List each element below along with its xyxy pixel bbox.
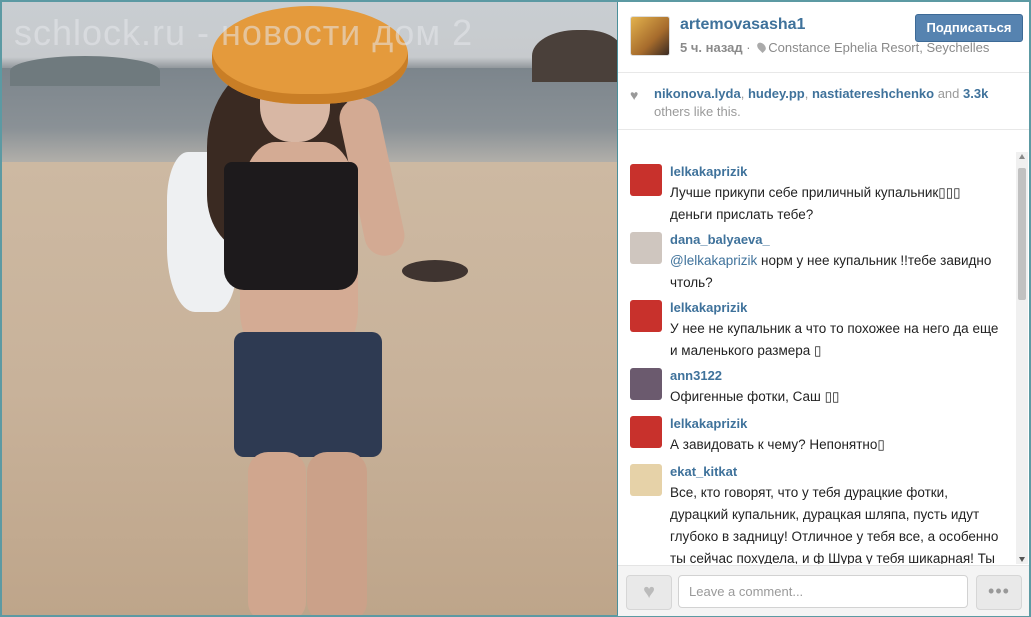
liker-link[interactable]: hudey.pp <box>748 86 805 101</box>
more-options-button[interactable]: ••• <box>976 575 1022 610</box>
separator-dot: · <box>746 40 755 55</box>
comment-text: Лучше прикупи себе приличный купальник▯▯… <box>670 185 961 222</box>
post-time[interactable]: 5 ч. назад <box>680 40 743 55</box>
comment-mention[interactable]: @lelkakaprizik <box>670 253 757 268</box>
heart-icon: ♥ <box>643 581 655 603</box>
post-header: artemovasasha1 5 ч. назад · Constance Ep… <box>618 2 1029 73</box>
comment-text: @lelkakaprizik норм у нее купальник !!те… <box>670 250 1005 294</box>
comment-text: У нее не купальник а что то похожее на н… <box>670 321 999 358</box>
comments-scrollbar[interactable] <box>1016 152 1028 564</box>
comment-input[interactable] <box>678 575 968 608</box>
like-button[interactable]: ♥ <box>626 575 672 610</box>
likes-text: nikonova.lyda, hudey.pp, nastiatereshche… <box>654 85 1014 121</box>
map-pin-icon <box>755 40 768 54</box>
photo-top <box>224 162 358 290</box>
photo-leg-left <box>248 452 306 615</box>
likes-section: ♥ nikonova.lyda, hudey.pp, nastiatereshc… <box>618 73 1029 130</box>
avatar[interactable] <box>630 16 670 56</box>
photo-leg-right <box>307 452 367 615</box>
more-dots-icon: ••• <box>988 581 1010 601</box>
comment-username[interactable]: ann3122 <box>670 368 722 383</box>
comment-text: Все, кто говорят, что у тебя дурацкие фо… <box>670 485 999 564</box>
scroll-up-arrow-icon[interactable] <box>1019 154 1025 159</box>
scroll-down-arrow-icon[interactable] <box>1019 557 1025 562</box>
comment-username[interactable]: ekat_kitkat <box>670 464 737 479</box>
likes-separator: , <box>740 86 748 101</box>
likes-separator: , <box>804 86 812 101</box>
photo-island <box>10 56 160 86</box>
likes-tail: others like this. <box>654 104 741 119</box>
post-location[interactable]: Constance Ephelia Resort, Seychelles <box>768 40 989 55</box>
photo-rock <box>402 260 468 282</box>
photo-shorts <box>234 332 382 457</box>
avatar[interactable] <box>630 416 662 448</box>
comment-username[interactable]: dana_balyaeva_ <box>670 232 770 247</box>
follow-button[interactable]: Подписаться <box>915 14 1023 42</box>
liker-link[interactable]: nikonova.lyda <box>654 86 741 101</box>
liker-link[interactable]: nastiatereshchenko <box>812 86 934 101</box>
avatar[interactable] <box>630 164 662 196</box>
comment-username[interactable]: lelkakaprizik <box>670 164 747 179</box>
avatar[interactable] <box>630 368 662 400</box>
comment-text: А завидовать к чему? Непонятно▯ <box>670 437 885 452</box>
watermark: schlock.ru - новости дом 2 <box>14 12 474 53</box>
avatar[interactable] <box>630 464 662 496</box>
heart-icon: ♥ <box>630 87 639 103</box>
likes-and: and <box>934 86 964 101</box>
comment-username[interactable]: lelkakaprizik <box>670 300 747 315</box>
comment-username[interactable]: lelkakaprizik <box>670 416 747 431</box>
photo-rocks <box>532 30 617 82</box>
post-meta: 5 ч. назад · Constance Ephelia Resort, S… <box>680 40 989 55</box>
comment-bar: ♥ ••• <box>618 565 1029 616</box>
post-side-panel: artemovasasha1 5 ч. назад · Constance Ep… <box>618 2 1029 616</box>
likes-count[interactable]: 3.3k <box>963 86 988 101</box>
scrollbar-thumb[interactable] <box>1018 168 1026 300</box>
comment-text: Офигенные фотки, Саш ▯▯ <box>670 389 840 404</box>
comments-list[interactable]: lelkakaprizik Лучше прикупи себе приличн… <box>618 152 1016 564</box>
post-photo[interactable]: schlock.ru - новости дом 2 <box>2 2 617 615</box>
avatar[interactable] <box>630 300 662 332</box>
post-username[interactable]: artemovasasha1 <box>680 16 805 34</box>
avatar[interactable] <box>630 232 662 264</box>
